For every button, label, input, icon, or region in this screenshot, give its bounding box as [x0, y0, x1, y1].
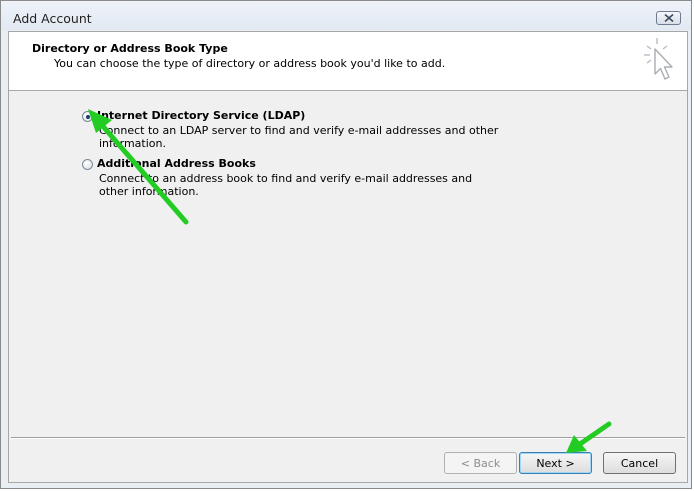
ldap-label[interactable]: Internet Directory Service (LDAP): [97, 109, 305, 122]
cancel-button[interactable]: Cancel: [603, 452, 676, 474]
footer-divider: [11, 437, 685, 439]
dialog-client-area: Directory or Address Book Type You can c…: [8, 31, 688, 483]
next-button[interactable]: Next >: [519, 452, 592, 474]
back-button[interactable]: < Back: [444, 452, 517, 474]
page-subtitle: You can choose the type of directory or …: [54, 57, 446, 70]
address-books-radio[interactable]: [82, 159, 93, 170]
ldap-description: Connect to an LDAP server to find and ve…: [99, 124, 499, 150]
wizard-header: Directory or Address Book Type You can c…: [9, 32, 687, 91]
address-books-description: Connect to an address book to find and v…: [99, 172, 473, 198]
page-title: Directory or Address Book Type: [32, 42, 228, 55]
ldap-radio[interactable]: [82, 111, 93, 122]
add-account-dialog: Add Account Directory or Address Book Ty…: [0, 0, 692, 489]
window-title: Add Account: [13, 11, 92, 26]
wizard-cursor-icon: [639, 36, 679, 88]
address-books-label[interactable]: Additional Address Books: [97, 157, 256, 170]
title-bar: Add Account: [1, 1, 691, 30]
close-button[interactable]: [656, 11, 681, 25]
